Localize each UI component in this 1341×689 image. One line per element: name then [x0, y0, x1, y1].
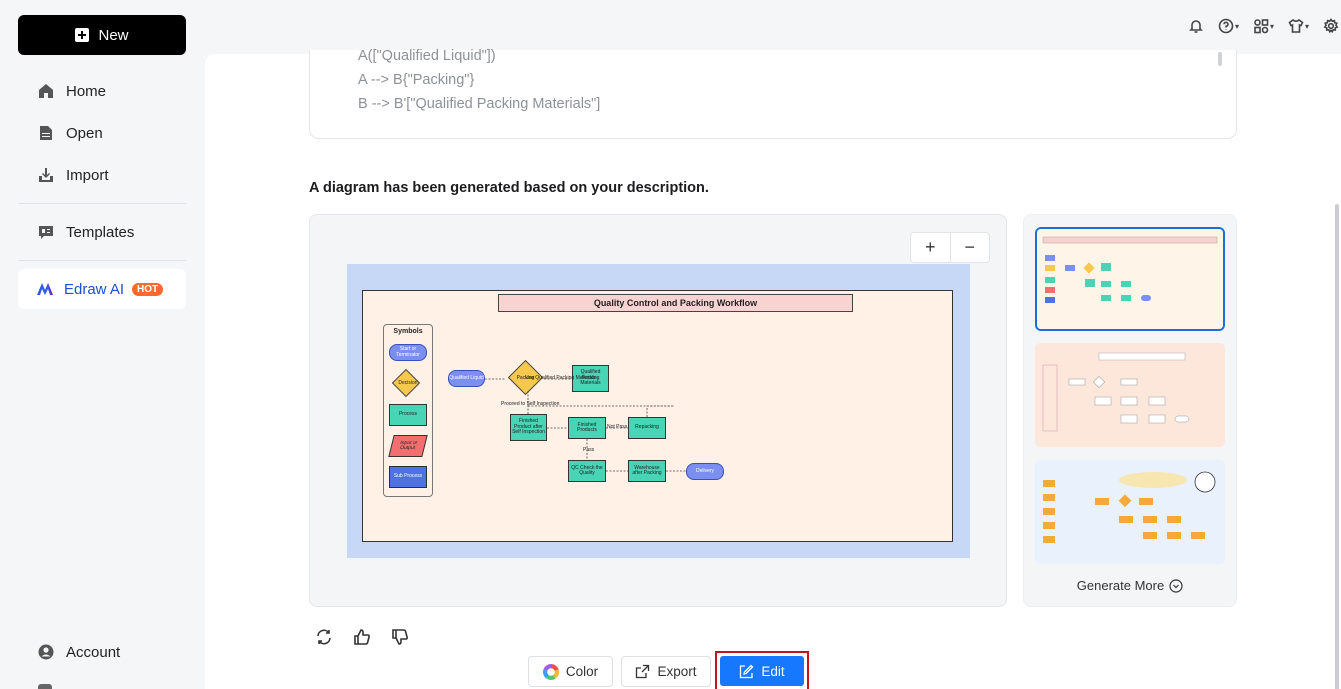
divider [18, 203, 186, 204]
edit-pencil-icon [740, 664, 754, 678]
thumbnail-3[interactable] [1035, 460, 1225, 564]
chevron-down-icon: ▾ [1269, 21, 1274, 31]
edit-button[interactable]: Edit [720, 656, 804, 686]
settings-gear-icon[interactable] [1323, 18, 1339, 34]
thumbs-down-icon[interactable] [391, 628, 409, 646]
sidebar-item-label: Edraw AI [64, 280, 125, 298]
generated-message: A diagram has been generated based on yo… [309, 180, 709, 196]
help-icon[interactable]: ▾ [1218, 18, 1239, 34]
main-panel: A(["Qualified Liquid"]) A --> B{"Packing… [205, 48, 1341, 689]
sidebar-item-label: Open [66, 124, 103, 142]
chevron-down-icon: ▾ [1234, 21, 1239, 31]
sidebar: New Home Open Import Templates Edraw AI … [0, 0, 205, 689]
export-label: Export [657, 664, 697, 679]
thumbnail-preview [1037, 229, 1223, 329]
top-toolbar: ▾ ▾ ▾ [1188, 18, 1339, 34]
chevron-down-circle-icon [1169, 578, 1183, 593]
thumbnail-1[interactable] [1035, 227, 1225, 331]
new-button-label: New [98, 26, 129, 44]
edraw-ai-logo-icon [37, 283, 53, 295]
diagram-connectors [485, 378, 686, 472]
import-icon [39, 168, 53, 182]
settings-icon[interactable] [38, 684, 52, 689]
regenerate-icon[interactable] [315, 628, 333, 646]
home-icon [39, 84, 53, 98]
export-icon [636, 664, 650, 679]
sidebar-item-templates[interactable]: Templates [18, 214, 186, 250]
file-icon [40, 126, 52, 140]
thumbs-up-icon[interactable] [353, 628, 371, 646]
edit-label: Edit [761, 663, 785, 679]
code-line: A(["Qualified Liquid"]) [358, 48, 496, 64]
hot-badge: HOT [132, 282, 164, 296]
thumbnail-2[interactable] [1035, 343, 1225, 447]
sidebar-item-home[interactable]: Home [18, 73, 186, 109]
sidebar-item-label: Home [66, 82, 107, 100]
diagram-preview: + − Quality Control and Packing Workflow… [309, 214, 1007, 607]
sidebar-item-open[interactable]: Open [18, 115, 186, 151]
templates-icon [39, 226, 53, 239]
code-scrollbar[interactable] [1218, 52, 1222, 66]
code-line: B --> B'["Qualified Packing Materials"] [358, 96, 601, 112]
color-label: Color [565, 664, 599, 679]
color-wheel-icon [542, 663, 559, 680]
new-button[interactable]: New [18, 15, 186, 55]
shirt-theme-icon[interactable]: ▾ [1288, 18, 1309, 34]
account-icon [38, 644, 54, 660]
sidebar-item-edraw-ai[interactable]: Edraw AI HOT [18, 269, 186, 309]
zoom-controls: + − [910, 232, 990, 263]
feedback-bar [315, 628, 409, 646]
thumbnail-panel: Generate More [1023, 214, 1237, 607]
generate-more-label: Generate More [1076, 578, 1165, 593]
diagram-canvas: Quality Control and Packing Workflow Sym… [362, 290, 953, 542]
divider [18, 260, 186, 261]
thumbnail-preview [1035, 343, 1225, 447]
chevron-down-icon: ▾ [1304, 21, 1309, 31]
sidebar-item-import[interactable]: Import [18, 157, 186, 193]
sidebar-item-label: Account [66, 643, 121, 661]
export-button[interactable]: Export [621, 656, 711, 687]
zoom-out-button[interactable]: − [949, 233, 990, 262]
sidebar-item-label: Import [66, 166, 109, 184]
notification-bell-icon[interactable] [1188, 18, 1204, 34]
zoom-in-button[interactable]: + [911, 233, 950, 262]
sidebar-item-label: Templates [66, 223, 135, 241]
edit-highlight: Edit [715, 651, 809, 689]
generate-more-button[interactable]: Generate More [1024, 578, 1236, 593]
main-scrollbar[interactable] [1335, 204, 1339, 689]
code-line: A --> B{"Packing"} [358, 72, 475, 88]
color-button[interactable]: Color [528, 656, 613, 687]
plus-icon [75, 28, 90, 42]
thumbnail-preview [1035, 460, 1225, 564]
diagram-image: Quality Control and Packing Workflow Sym… [347, 264, 970, 558]
sidebar-item-account[interactable]: Account [18, 634, 186, 670]
code-box: A(["Qualified Liquid"]) A --> B{"Packing… [309, 48, 1237, 139]
apps-grid-icon[interactable]: ▾ [1253, 18, 1274, 34]
